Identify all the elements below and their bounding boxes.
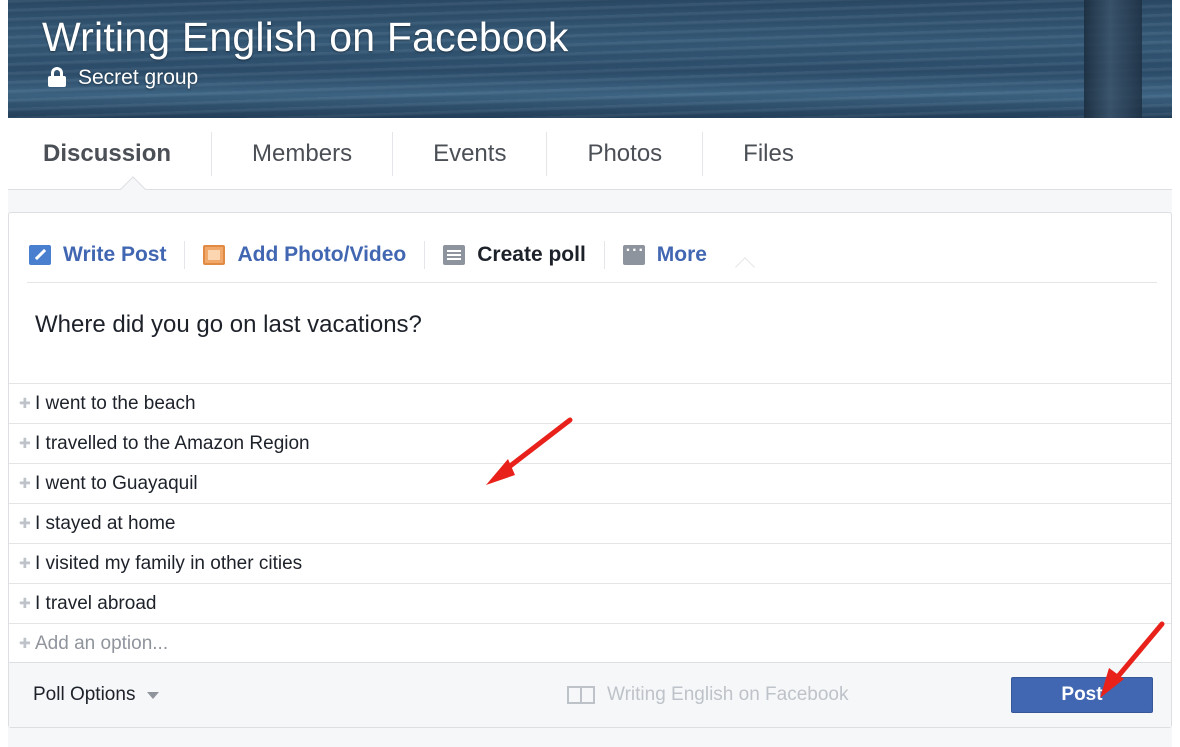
poll-option-text: I stayed at home	[35, 512, 176, 534]
poll-option[interactable]: ✚ I went to the beach	[9, 383, 1171, 423]
more-tab[interactable]: More	[605, 241, 725, 269]
plus-icon: ✚	[19, 435, 31, 451]
poll-option[interactable]: ✚ I visited my family in other cities	[9, 543, 1171, 583]
group-title[interactable]: Writing English on Facebook	[42, 14, 569, 61]
poll-options-label: Poll Options	[33, 684, 136, 705]
post-button[interactable]: Post	[1011, 677, 1153, 713]
add-photo-video-label: Add Photo/Video	[237, 242, 407, 266]
poll-option[interactable]: ✚ I went to Guayaquil	[9, 463, 1171, 503]
poll-options-list: ✚ I went to the beach ✚ I travelled to t…	[9, 383, 1171, 663]
poll-option-text: I went to the beach	[35, 392, 196, 414]
tab-members[interactable]: Members	[212, 131, 394, 176]
cover-photo-detail	[1084, 0, 1142, 118]
tab-photos[interactable]: Photos	[547, 131, 704, 176]
poll-option-text: I travelled to the Amazon Region	[35, 432, 310, 454]
write-post-tab[interactable]: Write Post	[27, 240, 186, 269]
audience-selector: Writing English on Facebook	[567, 684, 849, 706]
caret-down-icon	[147, 691, 160, 699]
poll-icon	[443, 244, 466, 265]
tab-events[interactable]: Events	[393, 131, 548, 176]
audience-label: Writing English on Facebook	[607, 684, 849, 705]
composer-footer: Poll Options Writing English on Facebook…	[9, 662, 1171, 727]
write-post-label: Write Post	[63, 242, 167, 266]
composer-tabs: Write Post Add Photo/Video Create poll M…	[27, 227, 1157, 283]
plus-icon: ✚	[19, 515, 31, 531]
poll-option-text: I went to Guayaquil	[35, 472, 198, 494]
tab-files[interactable]: Files	[703, 132, 834, 176]
photo-icon	[203, 244, 226, 265]
poll-option[interactable]: ✚ I travelled to the Amazon Region	[9, 423, 1171, 463]
plus-icon: ✚	[19, 395, 31, 411]
create-poll-tab[interactable]: Create poll	[425, 240, 605, 269]
add-photo-video-tab[interactable]: Add Photo/Video	[185, 240, 426, 269]
group-cover: Writing English on Facebook Secret group	[8, 0, 1172, 118]
poll-option-text: I visited my family in other cities	[35, 552, 303, 574]
plus-icon: ✚	[19, 635, 31, 651]
poll-question-input[interactable]: Where did you go on last vacations?	[35, 311, 422, 339]
add-option-input[interactable]: ✚ Add an option...	[9, 623, 1171, 663]
add-option-placeholder: Add an option...	[35, 632, 169, 654]
lock-icon	[48, 67, 66, 89]
group-privacy: Secret group	[48, 66, 198, 90]
poll-composer: Write Post Add Photo/Video Create poll M…	[8, 212, 1172, 728]
group-tabs: Discussion Members Events Photos Files	[8, 118, 1172, 190]
poll-option[interactable]: ✚ I stayed at home	[9, 503, 1171, 543]
poll-options-dropdown[interactable]: Poll Options	[33, 684, 160, 706]
poll-option[interactable]: ✚ I travel abroad	[9, 583, 1171, 623]
book-icon	[567, 686, 595, 704]
more-label: More	[656, 242, 707, 266]
plus-icon: ✚	[19, 555, 31, 571]
plus-icon: ✚	[19, 475, 31, 491]
poll-option-text: I travel abroad	[35, 592, 157, 614]
privacy-label: Secret group	[78, 66, 199, 89]
create-poll-label: Create poll	[477, 242, 586, 266]
more-icon	[622, 242, 645, 265]
tab-discussion[interactable]: Discussion	[8, 131, 213, 176]
plus-icon: ✚	[19, 595, 31, 611]
pencil-icon	[29, 244, 51, 265]
